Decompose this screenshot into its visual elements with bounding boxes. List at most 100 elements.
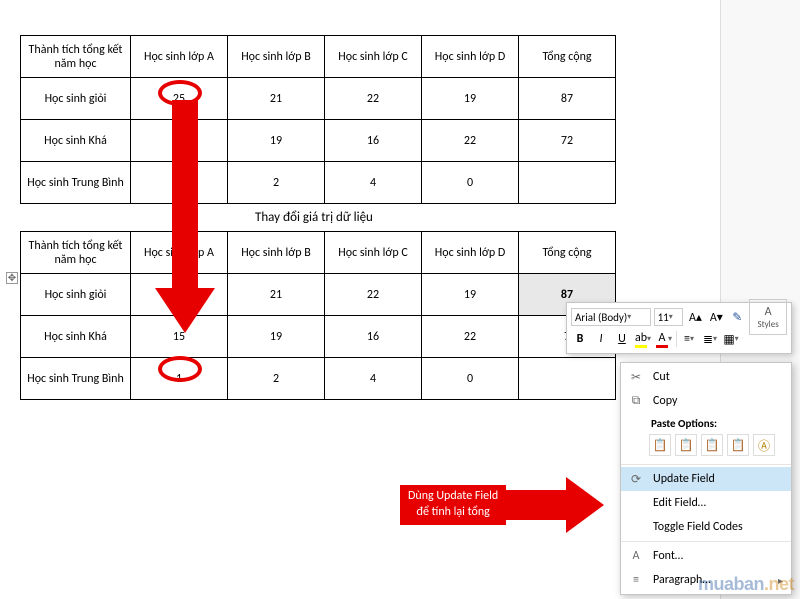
cell[interactable]: 0 xyxy=(422,358,519,400)
cell[interactable] xyxy=(131,162,228,204)
menu-update-field[interactable]: ⟳ Update Field xyxy=(621,467,791,491)
menu-update-field-label: Update Field xyxy=(653,472,715,486)
cell-total[interactable]: 72 xyxy=(519,120,616,162)
cell[interactable]: 19 xyxy=(422,274,519,316)
cell[interactable]: 1 xyxy=(131,358,228,400)
table-row: Học sinh giỏi 20 21 22 19 87 xyxy=(21,274,616,316)
menu-edit-field[interactable]: Edit Field… xyxy=(621,491,791,515)
bold-button[interactable]: B xyxy=(571,330,589,348)
cell[interactable]: 21 xyxy=(228,274,325,316)
menu-divider xyxy=(621,541,791,542)
context-menu: ✂ Cut ⧉ Copy Paste Options: 📋 📋 📋 📋 Ⓐ ⟳ … xyxy=(620,362,792,595)
borders-button[interactable]: ▦ xyxy=(722,330,740,348)
header-cell: Tổng cộng xyxy=(519,36,616,78)
arrow-label-line2: để tính lại tổng xyxy=(416,505,489,519)
row-label: Học sinh Khá xyxy=(21,316,131,358)
arrow-right-annotation: Dùng Update Field để tính lại tổng xyxy=(400,482,604,528)
table-header-row: Thành tích tổng kết năm học Học sinh lớp… xyxy=(21,232,616,274)
watermark: muaban.net xyxy=(698,574,794,595)
paste-table-icon[interactable]: 📋 xyxy=(727,434,749,456)
paste-options-header: Paste Options: xyxy=(621,413,791,432)
cell[interactable]: 16 xyxy=(325,316,422,358)
header-cell: Học sinh lớp A xyxy=(131,36,228,78)
cell[interactable]: 4 xyxy=(325,358,422,400)
header-cell: Thành tích tổng kết năm học xyxy=(21,232,131,274)
table-move-handle-icon[interactable]: ✥ xyxy=(6,272,18,284)
cell-total[interactable]: 87 xyxy=(519,78,616,120)
cell[interactable]: 19 xyxy=(422,78,519,120)
row-label: Học sinh giỏi xyxy=(21,274,131,316)
shrink-font-button[interactable]: A▾ xyxy=(707,308,725,326)
font-color-button[interactable]: A xyxy=(655,330,673,348)
cell[interactable]: 16 xyxy=(325,120,422,162)
paste-nest-icon[interactable]: 📋 xyxy=(701,434,723,456)
cell[interactable]: 22 xyxy=(325,274,422,316)
caption-change-data: Thay đổi giá trị dữ liệu xyxy=(20,210,720,225)
header-cell: Học sinh lớp C xyxy=(325,232,422,274)
paste-keep-source-icon[interactable]: 📋 xyxy=(649,434,671,456)
italic-button[interactable]: I xyxy=(592,330,610,348)
cell[interactable]: 19 xyxy=(228,316,325,358)
underline-button[interactable]: U xyxy=(613,330,631,348)
header-cell: Học sinh lớp D xyxy=(422,232,519,274)
font-icon: A xyxy=(625,549,647,563)
header-cell: Thành tích tổng kết năm học xyxy=(21,36,131,78)
cell[interactable]: 22 xyxy=(422,316,519,358)
row-label: Học sinh giỏi xyxy=(21,78,131,120)
cell[interactable]: 22 xyxy=(422,120,519,162)
cell[interactable]: 2 xyxy=(228,358,325,400)
menu-divider xyxy=(621,464,791,465)
row-label: Học sinh Khá xyxy=(21,120,131,162)
styles-button[interactable]: A Styles xyxy=(749,299,787,335)
paste-text-only-icon[interactable]: Ⓐ xyxy=(753,434,775,456)
font-size-select[interactable]: 11 xyxy=(654,308,684,326)
cell[interactable]: 2 xyxy=(228,162,325,204)
cell[interactable]: 4 xyxy=(325,162,422,204)
row-label: Học sinh Trung Bình xyxy=(21,358,131,400)
table-row: Học sinh Khá 15 19 16 22 7 xyxy=(21,316,616,358)
font-name-select[interactable]: Arial (Body) xyxy=(571,308,651,326)
cell-total[interactable] xyxy=(519,162,616,204)
cell[interactable]: 19 xyxy=(228,120,325,162)
table-row: Học sinh Khá 19 16 22 72 xyxy=(21,120,616,162)
numbering-button[interactable]: ≣ xyxy=(701,330,719,348)
table-before: Thành tích tổng kết năm học Học sinh lớp… xyxy=(20,35,616,204)
copy-icon: ⧉ xyxy=(625,394,647,408)
cell[interactable]: 22 xyxy=(325,78,422,120)
cut-icon: ✂ xyxy=(625,370,647,385)
cell[interactable]: 20 xyxy=(131,274,228,316)
cell[interactable]: 21 xyxy=(228,78,325,120)
menu-copy-label: Copy xyxy=(653,394,677,408)
menu-toggle-field-codes[interactable]: Toggle Field Codes xyxy=(621,515,791,539)
update-field-icon: ⟳ xyxy=(625,472,647,487)
menu-cut[interactable]: ✂ Cut xyxy=(621,365,791,389)
grow-font-button[interactable]: A▴ xyxy=(686,308,704,326)
cell[interactable]: 25 xyxy=(131,78,228,120)
mini-formatting-toolbar: Arial (Body) 11 A▴ A▾ ✎ A Styles B I U a… xyxy=(566,302,792,354)
table-row: Học sinh giỏi 25 21 22 19 87 xyxy=(21,78,616,120)
arrow-label-line1: Dùng Update Field xyxy=(408,489,498,503)
row-label: Học sinh Trung Bình xyxy=(21,162,131,204)
format-painter-icon[interactable]: ✎ xyxy=(728,308,746,326)
styles-label: Styles xyxy=(757,319,778,330)
cell-total[interactable] xyxy=(519,358,616,400)
menu-cut-label: Cut xyxy=(653,370,670,384)
paragraph-icon: ≡ xyxy=(625,573,647,587)
bullets-button[interactable]: ≡ xyxy=(680,330,698,348)
table-after: Thành tích tổng kết năm học Học sinh lớp… xyxy=(20,231,616,400)
header-cell: Học sinh lớp B xyxy=(228,36,325,78)
highlight-color-button[interactable]: ab xyxy=(634,330,652,348)
paste-merge-icon[interactable]: 📋 xyxy=(675,434,697,456)
menu-font[interactable]: A Font… xyxy=(621,544,791,568)
watermark-tld: .net xyxy=(764,574,794,594)
paste-options-row: 📋 📋 📋 📋 Ⓐ xyxy=(621,432,791,462)
table-row: Học sinh Trung Bình 1 2 4 0 xyxy=(21,358,616,400)
menu-edit-field-label: Edit Field… xyxy=(653,496,706,510)
cell[interactable]: 0 xyxy=(422,162,519,204)
cell[interactable] xyxy=(131,120,228,162)
menu-copy[interactable]: ⧉ Copy xyxy=(621,389,791,413)
header-cell: Học sinh lớp C xyxy=(325,36,422,78)
header-cell: Học sinh lớp B xyxy=(228,232,325,274)
cell[interactable]: 15 xyxy=(131,316,228,358)
menu-font-label: Font… xyxy=(653,549,683,563)
